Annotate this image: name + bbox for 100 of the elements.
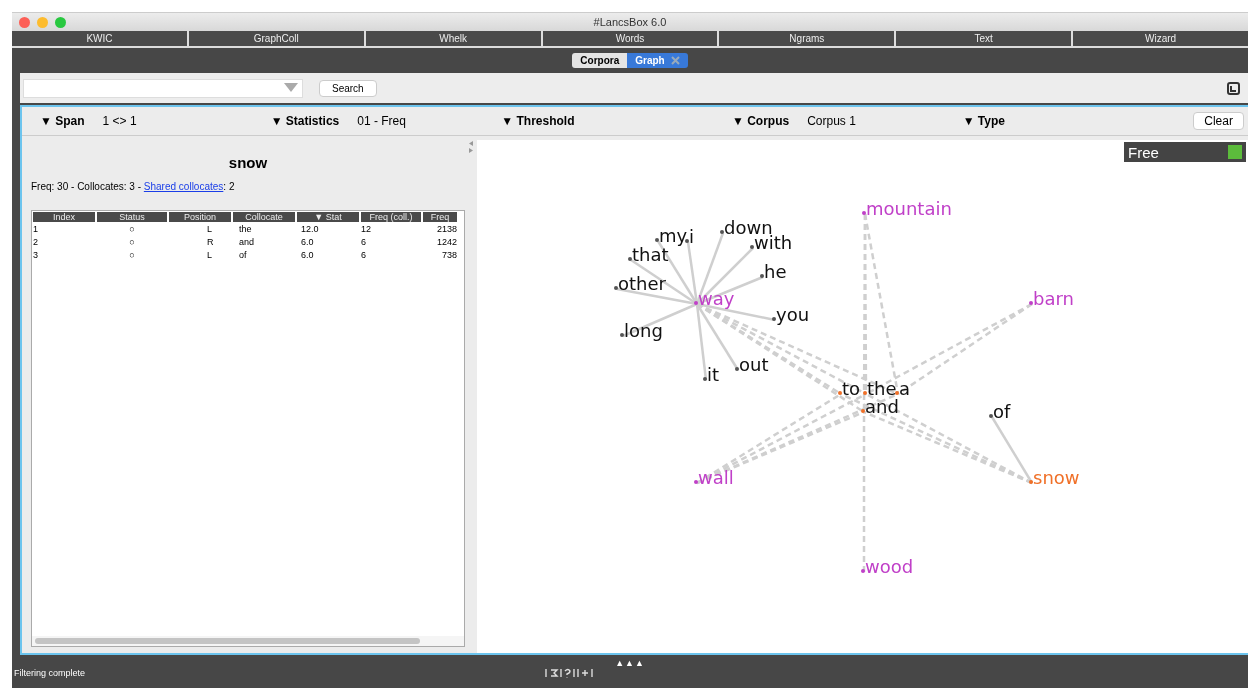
node-dot[interactable] bbox=[750, 245, 754, 249]
node-dot[interactable] bbox=[703, 377, 707, 381]
column-header[interactable]: Collocate bbox=[233, 212, 295, 222]
node-label[interactable]: out bbox=[739, 355, 769, 375]
node-dot[interactable] bbox=[720, 230, 724, 234]
column-header[interactable]: Freq bbox=[423, 212, 457, 222]
node-dot[interactable] bbox=[861, 569, 865, 573]
search-field[interactable] bbox=[23, 78, 303, 98]
node-dot[interactable] bbox=[694, 301, 698, 305]
table-cell-text: 738 bbox=[440, 249, 457, 262]
status-text: Filtering complete bbox=[14, 668, 86, 678]
table-cell-text: R bbox=[206, 236, 215, 249]
tool-tab[interactable]: KWIC bbox=[12, 31, 187, 48]
node-dot[interactable] bbox=[861, 409, 865, 413]
node-dot[interactable] bbox=[772, 317, 776, 321]
node-dot[interactable] bbox=[628, 257, 632, 261]
node-dot[interactable] bbox=[1029, 301, 1033, 305]
table-cell-text: 6 bbox=[361, 249, 367, 262]
node-dot[interactable] bbox=[694, 480, 698, 484]
expand-handle[interactable]: ▲▲▲ bbox=[615, 658, 645, 668]
table-cell-text: ○ bbox=[128, 223, 136, 236]
node-dot[interactable] bbox=[735, 367, 739, 371]
node-label[interactable]: a bbox=[899, 379, 911, 399]
tab[interactable]: Corpora bbox=[572, 53, 628, 68]
node-dot[interactable] bbox=[989, 414, 993, 418]
table-cell-text: 6.0 bbox=[300, 236, 315, 249]
tool-tab[interactable]: Words bbox=[540, 31, 718, 48]
collapse-arrows-icon[interactable] bbox=[468, 141, 474, 153]
node-dot[interactable] bbox=[862, 211, 866, 215]
column-header[interactable]: Position bbox=[169, 212, 231, 222]
node-dot[interactable] bbox=[685, 239, 689, 243]
node-label[interactable]: that bbox=[632, 245, 669, 265]
clear-button[interactable]: Clear bbox=[1193, 112, 1244, 130]
node-dot[interactable] bbox=[620, 333, 624, 337]
table-cell-text: L bbox=[206, 249, 213, 262]
node-label[interactable]: barn bbox=[1033, 289, 1074, 309]
table-cell-text: 1242 bbox=[435, 236, 457, 249]
dropdown-icon[interactable] bbox=[284, 83, 298, 93]
tool-tab[interactable]: GraphColl bbox=[186, 31, 364, 48]
table-cell-text: 12.0 bbox=[300, 223, 320, 236]
node-label[interactable]: it bbox=[707, 365, 720, 385]
column-header[interactable]: Status bbox=[97, 212, 167, 222]
node-dot[interactable] bbox=[614, 286, 618, 290]
summary-text: Freq: 30 - Collocates: 3 - Shared collocates: 2 bbox=[31, 181, 236, 192]
table-cell-text: the bbox=[238, 223, 253, 236]
table-cell-text: 2138 bbox=[435, 223, 457, 236]
table-cell-text: 6.0 bbox=[300, 249, 315, 262]
table-cell-text: L bbox=[206, 223, 213, 236]
node-label[interactable]: wood bbox=[865, 557, 914, 577]
zoom-icon[interactable] bbox=[55, 16, 66, 28]
filter-dropdown[interactable]: ▼ Threshold bbox=[501, 114, 575, 128]
node-label[interactable]: he bbox=[764, 262, 787, 282]
node-dot[interactable] bbox=[1029, 480, 1033, 484]
close-icon[interactable] bbox=[19, 16, 30, 28]
layout-mode-toggle[interactable]: Free bbox=[1124, 142, 1246, 162]
table-cell-text: of bbox=[238, 249, 248, 262]
node-label[interactable]: and bbox=[865, 397, 899, 417]
tool-tab[interactable]: Ngrams bbox=[717, 31, 895, 48]
minimize-icon[interactable] bbox=[37, 16, 48, 28]
node-label[interactable]: way bbox=[698, 289, 735, 309]
node-label[interactable]: you bbox=[776, 305, 810, 325]
table-cell-text: ○ bbox=[128, 249, 136, 262]
tool-tab[interactable]: Wizard bbox=[1071, 31, 1248, 48]
node-label[interactable]: to bbox=[842, 379, 861, 399]
node-label[interactable]: of bbox=[993, 402, 1011, 422]
node-dot[interactable] bbox=[863, 391, 867, 395]
column-header[interactable]: ▼ Stat bbox=[297, 212, 359, 222]
tool-tab[interactable]: Whelk bbox=[363, 31, 541, 48]
filter-value: 1 <> 1 bbox=[102, 114, 137, 128]
column-header[interactable]: Freq (coll.) bbox=[361, 212, 421, 222]
filter-dropdown[interactable]: ▼ Span bbox=[40, 114, 85, 128]
node-dot[interactable] bbox=[838, 391, 842, 395]
node-dot[interactable] bbox=[760, 274, 764, 278]
column-header[interactable]: Index bbox=[33, 212, 95, 222]
tab[interactable]: Graph bbox=[627, 53, 688, 68]
node-label[interactable]: the bbox=[867, 379, 897, 399]
node-label[interactable]: mountain bbox=[866, 199, 952, 219]
node-label[interactable]: i bbox=[689, 227, 694, 247]
table-cell-text: 6 bbox=[361, 236, 367, 249]
window-title: #LancsBox 6.0 bbox=[593, 16, 667, 28]
node-label[interactable]: other bbox=[618, 274, 666, 294]
table-cell-text: and bbox=[238, 236, 256, 249]
detach-icon[interactable] bbox=[1227, 81, 1240, 95]
close-icon[interactable] bbox=[670, 56, 680, 65]
node-dot[interactable] bbox=[655, 238, 659, 242]
filter-value: Corpus 1 bbox=[807, 114, 856, 128]
node-label[interactable]: my bbox=[659, 226, 688, 246]
scrollbar[interactable] bbox=[32, 636, 464, 646]
node-label[interactable]: wall bbox=[698, 468, 734, 488]
filter-dropdown[interactable]: ▼ Statistics bbox=[270, 114, 340, 128]
table-cell-text: 12 bbox=[361, 223, 372, 236]
tool-tab[interactable]: Text bbox=[894, 31, 1072, 48]
table-cell-text: 3 bbox=[33, 249, 39, 262]
node-title: snow bbox=[227, 154, 269, 171]
table-cell-text: ○ bbox=[128, 236, 136, 249]
node-dot[interactable] bbox=[895, 391, 899, 395]
filter-dropdown[interactable]: ▼ Corpus bbox=[731, 114, 790, 128]
search-button[interactable]: Search bbox=[319, 79, 377, 97]
filter-dropdown[interactable]: ▼ Type bbox=[962, 114, 1005, 128]
node-label[interactable]: long bbox=[624, 321, 663, 341]
